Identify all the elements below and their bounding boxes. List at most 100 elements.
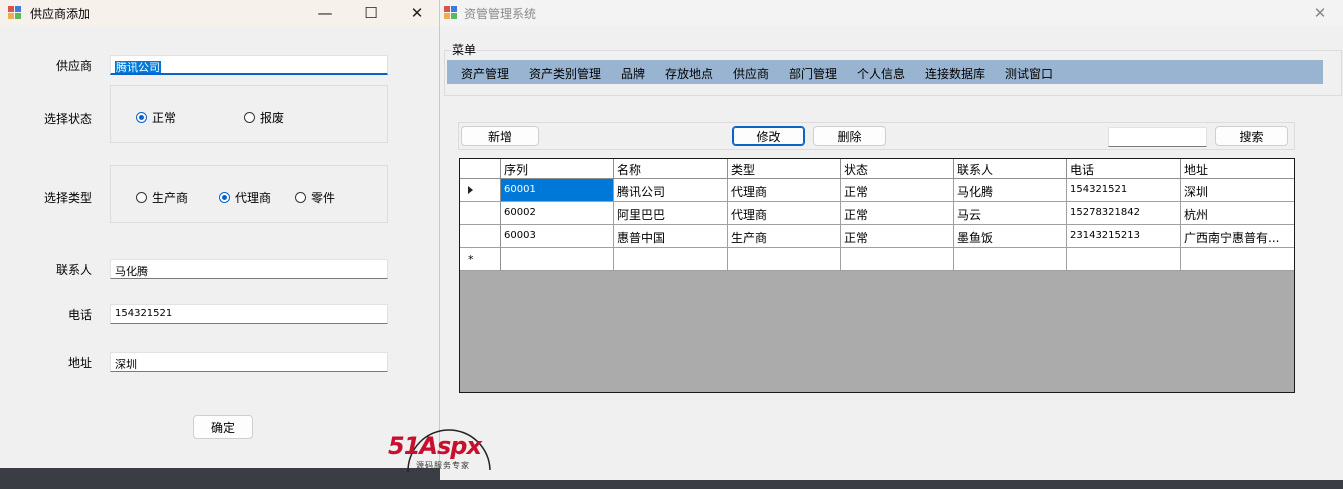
table-cell[interactable]: 60001 — [501, 179, 614, 202]
table-cell[interactable]: 广西南宁惠普有... — [1181, 225, 1294, 248]
contact-label: 联系人 — [55, 263, 92, 277]
table-cell[interactable]: 正常 — [841, 179, 954, 202]
watermark-brand: 51Aspx — [388, 432, 482, 460]
column-header[interactable]: 序列 — [501, 159, 614, 179]
type-manufacturer-radio[interactable]: 生产商 — [136, 189, 188, 206]
asset-management-window: 资管管理系统 ✕ 菜单 资产管理 资产类别管理 品牌 存放地点 供应商 部门管理… — [440, 0, 1343, 480]
close-button[interactable]: ✕ — [394, 0, 440, 26]
row-header[interactable] — [460, 225, 501, 248]
status-group: 正常 报废 — [110, 85, 388, 143]
radio-unchecked-icon — [295, 192, 306, 203]
status-normal-radio[interactable]: 正常 — [136, 109, 176, 126]
table-cell[interactable]: 阿里巴巴 — [614, 202, 728, 225]
table-cell[interactable]: 正常 — [841, 202, 954, 225]
table-cell[interactable] — [1067, 248, 1181, 271]
column-header[interactable]: 名称 — [614, 159, 728, 179]
table-cell[interactable] — [614, 248, 728, 271]
table-cell[interactable]: 代理商 — [728, 179, 841, 202]
table-cell[interactable]: 腾讯公司 — [614, 179, 728, 202]
table-cell[interactable]: 杭州 — [1181, 202, 1294, 225]
column-header[interactable]: 地址 — [1181, 159, 1294, 179]
title-bar: 资管管理系统 ✕ — [440, 0, 1343, 26]
window-title: 资管管理系统 — [464, 7, 537, 21]
menu-item-department[interactable]: 部门管理 — [789, 65, 837, 82]
close-button[interactable]: ✕ — [1297, 0, 1343, 26]
table-cell[interactable]: 生产商 — [728, 225, 841, 248]
row-header[interactable] — [460, 179, 501, 202]
supplier-input[interactable]: 腾讯公司 — [110, 55, 388, 75]
column-header[interactable]: 电话 — [1067, 159, 1181, 179]
column-header[interactable]: 联系人 — [954, 159, 1067, 179]
new-row-marker: * — [468, 253, 474, 266]
window-title: 供应商添加 — [30, 7, 91, 21]
table-cell[interactable]: 马云 — [954, 202, 1067, 225]
menu-bar: 资产管理 资产类别管理 品牌 存放地点 供应商 部门管理 个人信息 连接数据库 … — [447, 60, 1323, 84]
table-cell[interactable]: 惠普中国 — [614, 225, 728, 248]
supplier-add-window: 供应商添加 — ☐ ✕ 供应商 腾讯公司 选择状态 正常 报废 选择类型 生产商… — [0, 0, 440, 468]
table-cell[interactable] — [501, 248, 614, 271]
menu-item-brand[interactable]: 品牌 — [621, 65, 645, 82]
table-cell[interactable] — [1181, 248, 1294, 271]
table-cell[interactable]: 23143215213 — [1067, 225, 1181, 248]
confirm-button[interactable]: 确定 — [193, 415, 253, 439]
title-bar: 供应商添加 — ☐ ✕ — [0, 0, 439, 26]
search-button[interactable]: 搜索 — [1215, 126, 1288, 146]
table-cell[interactable]: 60003 — [501, 225, 614, 248]
row-header[interactable]: * — [460, 248, 501, 271]
type-group: 生产商 代理商 零件 — [110, 165, 388, 223]
watermark-logo: 51Aspx 源码服务专家 — [386, 402, 516, 486]
supplier-label: 供应商 — [55, 59, 92, 73]
edit-button[interactable]: 修改 — [732, 126, 805, 146]
column-header[interactable]: 状态 — [841, 159, 954, 179]
radio-label: 代理商 — [235, 191, 272, 205]
menu-group-title: 菜单 — [451, 41, 478, 58]
status-label: 选择状态 — [43, 112, 92, 126]
table-cell[interactable]: 墨鱼饭 — [954, 225, 1067, 248]
type-parts-radio[interactable]: 零件 — [295, 189, 335, 206]
supplier-input-value: 腾讯公司 — [115, 61, 161, 74]
address-label: 地址 — [67, 356, 92, 370]
app-icon — [444, 6, 457, 19]
menu-item-supplier[interactable]: 供应商 — [733, 65, 769, 82]
radio-unchecked-icon — [244, 112, 255, 123]
address-input[interactable]: 深圳 — [110, 352, 388, 372]
radio-label: 零件 — [311, 191, 336, 205]
table-cell[interactable]: 154321521 — [1067, 179, 1181, 202]
menu-item-storage-location[interactable]: 存放地点 — [665, 65, 713, 82]
add-button[interactable]: 新增 — [461, 126, 539, 146]
menu-item-assets[interactable]: 资产管理 — [461, 65, 509, 82]
minimize-button[interactable]: — — [302, 0, 348, 26]
column-header[interactable]: 类型 — [728, 159, 841, 179]
menu-item-asset-categories[interactable]: 资产类别管理 — [529, 65, 601, 82]
table-cell[interactable] — [728, 248, 841, 271]
table-cell[interactable]: 正常 — [841, 225, 954, 248]
table-cell[interactable]: 代理商 — [728, 202, 841, 225]
app-icon — [8, 6, 21, 19]
radio-checked-icon — [136, 112, 147, 123]
phone-input[interactable]: 154321521 — [110, 304, 388, 324]
table-cell[interactable]: 15278321842 — [1067, 202, 1181, 225]
radio-label: 正常 — [152, 111, 177, 125]
table-cell[interactable] — [841, 248, 954, 271]
table-cell[interactable]: 深圳 — [1181, 179, 1294, 202]
table-cell[interactable]: 马化腾 — [954, 179, 1067, 202]
type-agent-radio[interactable]: 代理商 — [219, 189, 271, 206]
radio-label: 生产商 — [152, 191, 189, 205]
menu-item-connect-db[interactable]: 连接数据库 — [925, 65, 985, 82]
phone-label: 电话 — [67, 308, 92, 322]
radio-label: 报废 — [260, 111, 285, 125]
contact-input[interactable]: 马化腾 — [110, 259, 388, 279]
menu-item-personal-info[interactable]: 个人信息 — [857, 65, 905, 82]
menu-item-test-window[interactable]: 测试窗口 — [1005, 65, 1053, 82]
supplier-grid[interactable]: 序列 名称 类型 状态 联系人 电话 地址 60001 腾讯公司 代理商 正常 … — [459, 158, 1295, 393]
row-header-corner — [460, 159, 501, 179]
search-input[interactable] — [1108, 127, 1207, 147]
row-header[interactable] — [460, 202, 501, 225]
maximize-button[interactable]: ☐ — [348, 0, 394, 26]
radio-checked-icon — [219, 192, 230, 203]
table-cell[interactable]: 60002 — [501, 202, 614, 225]
delete-button[interactable]: 删除 — [813, 126, 886, 146]
current-row-arrow-icon — [468, 186, 473, 194]
status-scrapped-radio[interactable]: 报废 — [244, 109, 284, 126]
table-cell[interactable] — [954, 248, 1067, 271]
